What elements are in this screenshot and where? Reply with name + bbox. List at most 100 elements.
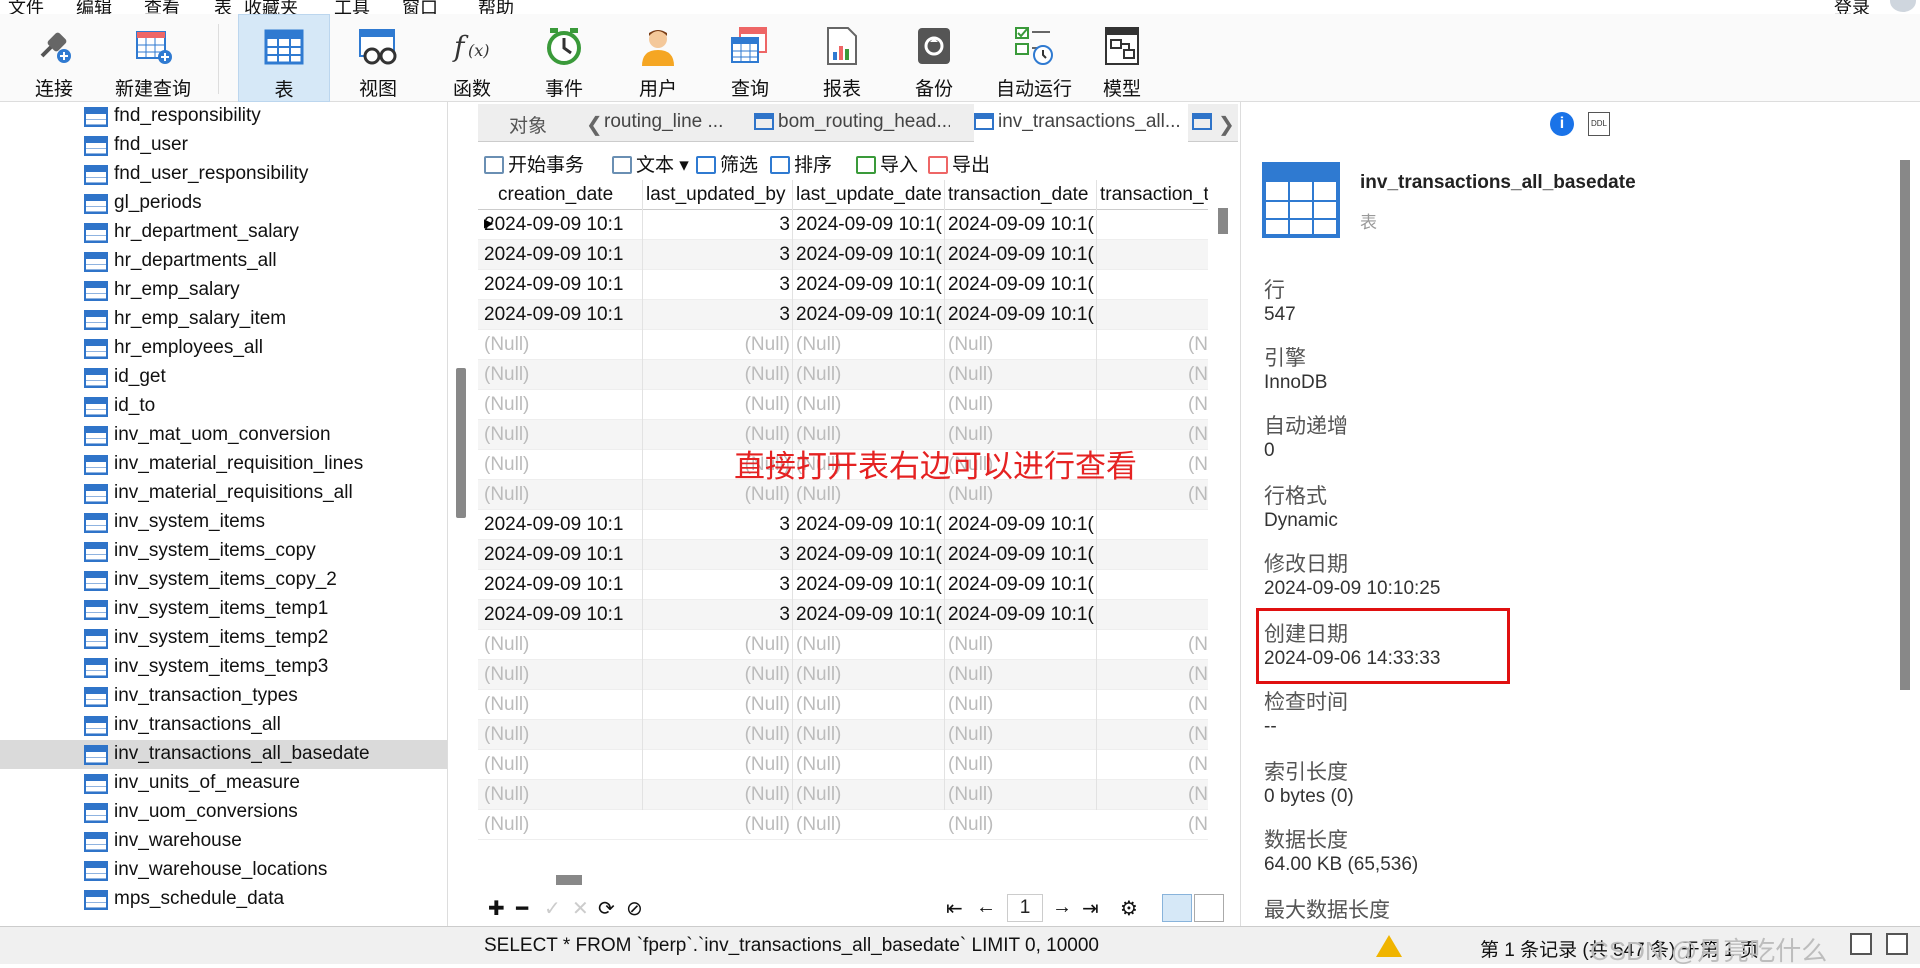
table-cell[interactable]: (Null) <box>796 484 944 506</box>
tree-item[interactable]: inv_system_items_copy <box>0 537 447 566</box>
table-cell[interactable]: 2024-09-09 10:1 <box>484 544 640 566</box>
table-cell[interactable]: 2024-09-09 10:1 <box>484 514 640 536</box>
table-cell[interactable]: (Null) <box>948 394 1096 416</box>
table-cell[interactable]: 2024-09-09 10:1( <box>796 214 944 236</box>
table-cell[interactable]: 3 <box>646 304 790 326</box>
panel-toggle-icon[interactable] <box>1850 933 1872 955</box>
table-cell[interactable]: (Null) <box>484 814 640 836</box>
grid-view-icon[interactable] <box>1162 894 1192 922</box>
table-row[interactable]: (Null) (Null) (Null) (Null) (N <box>478 750 1208 780</box>
settings-gear-icon[interactable]: ⚙ <box>1120 896 1138 921</box>
column-header[interactable]: last_update_date <box>796 184 944 206</box>
table-cell[interactable]: (Null) <box>796 664 944 686</box>
table-cell[interactable]: (Null) <box>484 394 640 416</box>
table-cell[interactable]: 2024-09-09 10:1( <box>948 604 1096 626</box>
table-row[interactable]: 2024-09-09 10:1 3 2024-09-09 10:1(2024-09-… <box>478 210 1208 240</box>
menu-edit[interactable]: 编辑 <box>76 0 112 14</box>
table-cell[interactable]: (N <box>1100 634 1208 656</box>
tree-item[interactable]: inv_system_items <box>0 508 447 537</box>
table-cell[interactable]: 2024-09-09 10:1( <box>948 574 1096 596</box>
column-header[interactable]: transaction_date <box>948 184 1096 206</box>
table-cell[interactable]: 2024-09-09 10:1( <box>796 574 944 596</box>
table-cell[interactable]: (N <box>1100 334 1208 356</box>
view-button[interactable]: 视图 <box>334 14 422 102</box>
table-cell[interactable]: (Null) <box>796 784 944 806</box>
table-cell[interactable]: 3 <box>646 214 790 236</box>
tree-item[interactable]: inv_material_requisition_lines <box>0 450 447 479</box>
table-cell[interactable]: (N <box>1100 364 1208 386</box>
tree-item[interactable]: hr_departments_all <box>0 247 447 276</box>
info-icon[interactable]: i <box>1550 112 1574 136</box>
warning-icon[interactable] <box>1376 935 1402 957</box>
menu-table[interactable]: 表 <box>214 0 232 14</box>
layout-toggle-icon[interactable] <box>1886 933 1908 955</box>
begin-transaction-button[interactable]: 开始事务 <box>484 150 584 177</box>
table-cell[interactable]: (N <box>1100 664 1208 686</box>
table-cell[interactable]: (Null) <box>646 664 790 686</box>
table-cell[interactable]: (Null) <box>796 394 944 416</box>
tree-item[interactable]: inv_uom_conversions <box>0 798 447 827</box>
model-button[interactable]: 模型 <box>1078 14 1166 102</box>
tree-item[interactable]: inv_transaction_types <box>0 682 447 711</box>
tree-item[interactable]: inv_system_items_temp3 <box>0 653 447 682</box>
grid-vertical-scrollbar[interactable] <box>1218 208 1228 234</box>
table-cell[interactable]: (Null) <box>948 754 1096 776</box>
column-header[interactable]: transaction_t <box>1100 184 1208 206</box>
menu-file[interactable]: 文件 <box>8 0 44 14</box>
table-cell[interactable]: 2024-09-09 10:1( <box>796 604 944 626</box>
table-cell[interactable]: (Null) <box>796 634 944 656</box>
table-cell[interactable]: (Null) <box>484 424 640 446</box>
new-query-button[interactable]: 新建查询 <box>108 14 198 102</box>
menu-view[interactable]: 查看 <box>144 0 180 14</box>
table-cell[interactable]: (Null) <box>646 694 790 716</box>
table-cell[interactable]: (Null) <box>646 364 790 386</box>
table-cell[interactable]: (N <box>1100 784 1208 806</box>
stop-icon[interactable]: ⊘ <box>626 896 643 921</box>
table-row[interactable]: (Null) (Null) (Null) (Null) (N <box>478 720 1208 750</box>
filter-button[interactable]: 筛选 <box>696 150 758 177</box>
menu-tools[interactable]: 工具 <box>334 0 370 14</box>
table-cell[interactable]: (N <box>1100 694 1208 716</box>
menu-window[interactable]: 窗口 <box>402 0 438 14</box>
function-button[interactable]: f (x) 函数 <box>428 14 516 102</box>
table-cell[interactable]: 2024-09-09 10:1( <box>948 244 1096 266</box>
table-cell[interactable]: (Null) <box>948 334 1096 356</box>
table-row[interactable]: 2024-09-09 10:1 3 2024-09-09 10:1(2024-09-… <box>478 240 1208 270</box>
tree-item[interactable]: fnd_responsibility <box>0 102 447 131</box>
table-cell[interactable]: (Null) <box>948 634 1096 656</box>
discard-icon[interactable]: ✕ <box>572 896 589 921</box>
table-cell[interactable]: (Null) <box>484 724 640 746</box>
user-button[interactable]: 用户 <box>614 14 702 102</box>
table-cell[interactable]: (N <box>1100 394 1208 416</box>
table-cell[interactable]: (Null) <box>484 364 640 386</box>
table-cell[interactable]: (Null) <box>646 634 790 656</box>
tree-scrollbar[interactable] <box>456 368 466 518</box>
table-row[interactable]: 2024-09-09 10:1 3 2024-09-09 10:1(2024-09-… <box>478 540 1208 570</box>
tree-item[interactable]: inv_warehouse_locations <box>0 856 447 885</box>
tree-item[interactable]: inv_material_requisitions_all <box>0 479 447 508</box>
tab-bom-routing-head[interactable]: bom_routing_head... <box>754 104 950 142</box>
table-cell[interactable]: (Null) <box>796 694 944 716</box>
table-cell[interactable]: (Null) <box>796 364 944 386</box>
tree-item[interactable]: fnd_user <box>0 131 447 160</box>
tree-item-selected[interactable]: inv_transactions_all_basedate <box>0 740 447 769</box>
tree-item[interactable]: hr_department_salary <box>0 218 447 247</box>
tree-item[interactable]: inv_mat_uom_conversion <box>0 421 447 450</box>
tab-routing-line[interactable]: routing_line ... <box>604 104 732 142</box>
form-view-icon[interactable] <box>1194 894 1224 922</box>
avatar[interactable] <box>1890 0 1916 12</box>
chevron-left-icon[interactable]: ❮ <box>586 112 603 137</box>
table-cell[interactable]: 2024-09-09 10:1( <box>948 214 1096 236</box>
table-cell[interactable]: (Null) <box>646 754 790 776</box>
table-cell[interactable]: (Null) <box>646 334 790 356</box>
table-cell[interactable]: (Null) <box>646 724 790 746</box>
tab-overflow[interactable] <box>1192 104 1216 142</box>
tree-item[interactable]: gl_periods <box>0 189 447 218</box>
add-record-icon[interactable]: ✚ <box>488 896 505 921</box>
apply-icon[interactable]: ✓ <box>544 896 561 921</box>
table-cell[interactable]: 3 <box>646 274 790 296</box>
table-cell[interactable]: 2024-09-09 10:1 <box>484 604 640 626</box>
table-row[interactable]: 2024-09-09 10:1 3 2024-09-09 10:1(2024-09-… <box>478 600 1208 630</box>
previous-page-icon[interactable]: ← <box>976 896 996 919</box>
table-cell[interactable]: 2024-09-09 10:1 <box>484 214 640 236</box>
